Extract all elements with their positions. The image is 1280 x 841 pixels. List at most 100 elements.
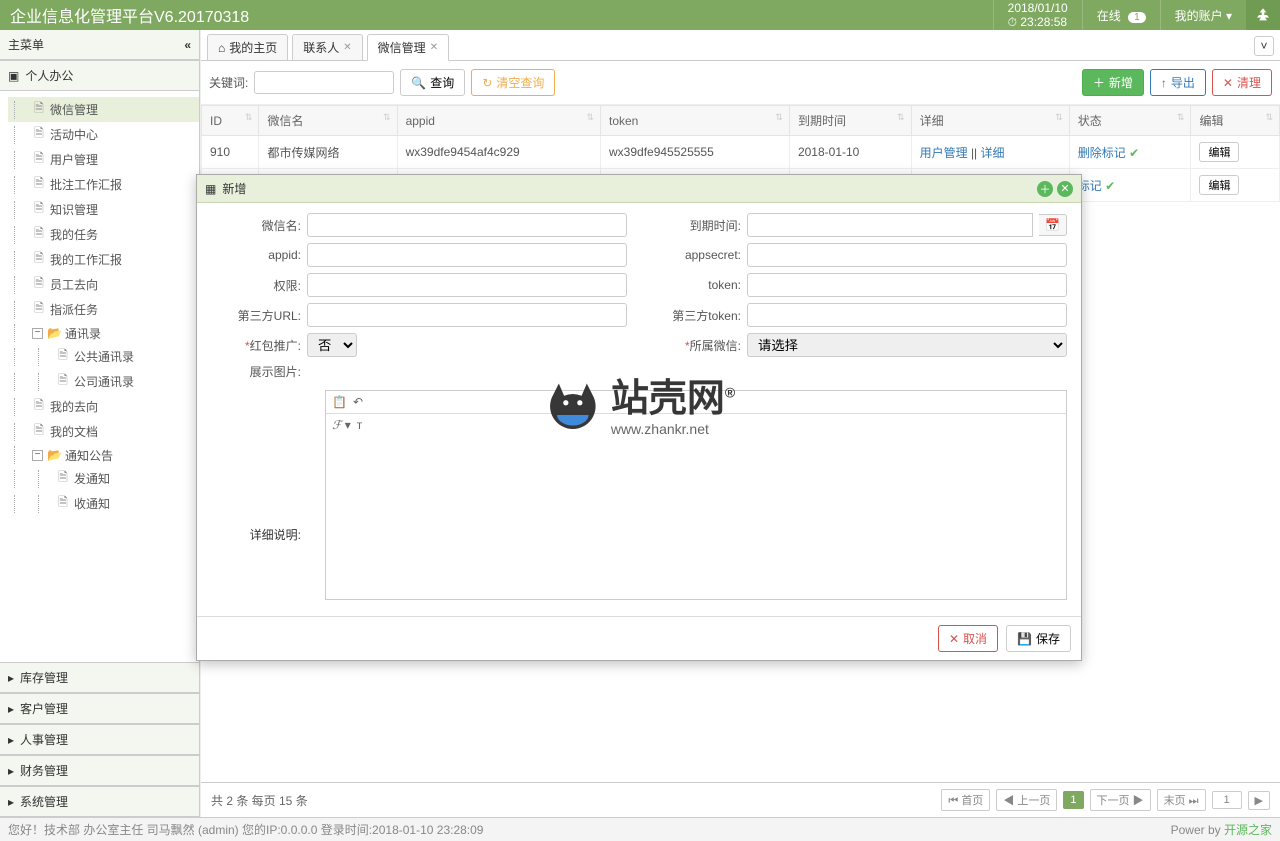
column-header[interactable]: ID⇅ <box>202 106 259 136</box>
search-button[interactable]: 🔍 查询 <box>400 69 465 96</box>
sidebar-item[interactable]: 🗎员工去向 <box>8 272 199 297</box>
appid-input[interactable] <box>307 243 627 267</box>
sidebar-item[interactable]: 🗎批注工作汇报 <box>8 172 199 197</box>
folder-icon: 📂 <box>47 448 61 462</box>
hongbao-select[interactable]: 否 <box>307 333 357 357</box>
sidebar-collapse-icon[interactable]: « <box>184 38 191 52</box>
user-mgmt-link[interactable]: 用户管理 <box>920 146 968 160</box>
sidebar-section-personal[interactable]: ▣ 个人办公 <box>0 60 199 91</box>
sidebar-item[interactable]: 🗎知识管理 <box>8 197 199 222</box>
add-button[interactable]: ＋ 新增 <box>1082 69 1144 96</box>
edit-button[interactable]: 编辑 <box>1199 175 1239 195</box>
pager-current[interactable]: 1 <box>1063 791 1083 809</box>
file-icon: 🗎 <box>56 468 70 489</box>
pager-next[interactable]: 下一页 ▶ <box>1090 789 1151 811</box>
tab[interactable]: 微信管理✕ <box>367 34 449 61</box>
pager-prev[interactable]: ◀ 上一页 <box>996 789 1057 811</box>
file-icon: 🗎 <box>32 299 46 320</box>
edit-button[interactable]: 编辑 <box>1199 142 1239 162</box>
file-icon: 🗎 <box>32 249 46 270</box>
folder-icon: 📂 <box>47 326 61 340</box>
thirdparty-token-input[interactable] <box>747 303 1067 327</box>
cancel-button[interactable]: ✕ 取消 <box>938 625 998 652</box>
tabs-menu-icon[interactable]: ˅ <box>1254 36 1274 56</box>
tab[interactable]: ⌂我的主页 <box>207 34 288 60</box>
pager-last[interactable]: 末页 ⏭ <box>1157 789 1206 811</box>
size-icon[interactable]: т <box>357 418 363 432</box>
play-icon: ▸ <box>8 733 14 747</box>
sidebar-item[interactable]: 🗎我的去向 <box>8 394 199 419</box>
sidebar-section[interactable]: ▸库存管理 <box>0 662 199 693</box>
tab-close-icon[interactable]: ✕ <box>343 42 351 53</box>
file-icon: 🗎 <box>56 346 70 367</box>
sidebar-item[interactable]: −📂通讯录 <box>8 322 199 344</box>
sidebar-section[interactable]: ▸人事管理 <box>0 724 199 755</box>
file-icon: 🗎 <box>56 371 70 392</box>
keyword-label: 关键词: <box>209 74 248 91</box>
play-icon: ▸ <box>8 795 14 809</box>
column-header[interactable]: token⇅ <box>601 106 790 136</box>
perm-input[interactable] <box>307 273 627 297</box>
sidebar-item[interactable]: 🗎微信管理 <box>8 97 199 122</box>
sidebar-item[interactable]: 🗎公共通讯录 <box>8 344 199 369</box>
column-header[interactable]: appid⇅ <box>397 106 600 136</box>
undo-icon[interactable]: ↶ <box>353 395 363 409</box>
appsecret-input[interactable] <box>747 243 1067 267</box>
sidebar-item[interactable]: 🗎我的文档 <box>8 419 199 444</box>
sidebar-item[interactable]: 🗎指派任务 <box>8 297 199 322</box>
sidebar-item[interactable]: 🗎我的工作汇报 <box>8 247 199 272</box>
header-online[interactable]: 在线 1 <box>1082 0 1160 30</box>
clear-search-button[interactable]: ↻ 清空查询 <box>471 69 555 96</box>
pager-go[interactable]: ▶ <box>1248 791 1270 810</box>
tab-close-icon[interactable]: ✕ <box>430 42 438 53</box>
calendar-icon[interactable]: 📅 <box>1039 214 1067 236</box>
header-account[interactable]: 我的账户 ▾ <box>1160 0 1246 30</box>
grid-icon: ▦ <box>205 182 216 196</box>
sidebar-item[interactable]: −📂通知公告 <box>8 444 199 466</box>
pager-first[interactable]: ⏮ 首页 <box>941 789 990 811</box>
sidebar-item[interactable]: 🗎活动中心 <box>8 122 199 147</box>
modal-footer: ✕ 取消 💾 保存 <box>197 616 1081 660</box>
pager: 共 2 条 每页 15 条 ⏮ 首页 ◀ 上一页 1 下一页 ▶ 末页 ⏭ ▶ <box>201 782 1280 817</box>
check-icon: ✔ <box>1105 179 1115 193</box>
footer-link[interactable]: 开源之家 <box>1224 823 1272 837</box>
expire-input[interactable] <box>747 213 1033 237</box>
export-button[interactable]: ↑ 导出 <box>1150 69 1206 96</box>
thirdparty-url-input[interactable] <box>307 303 627 327</box>
clean-button[interactable]: ✕ 清理 <box>1212 69 1272 96</box>
status-link[interactable]: 删除标记 <box>1078 146 1126 160</box>
column-header[interactable]: 详细⇅ <box>911 106 1069 136</box>
sidebar-section[interactable]: ▸财务管理 <box>0 755 199 786</box>
keyword-input[interactable] <box>254 71 394 94</box>
header-tree-icon[interactable] <box>1246 0 1280 30</box>
sidebar-item[interactable]: 🗎收通知 <box>8 491 199 516</box>
column-header[interactable]: 微信名⇅ <box>259 106 397 136</box>
detail-link[interactable]: 详细 <box>981 146 1005 160</box>
rich-editor[interactable]: 📋 ↶ ℱ ▾ т <box>325 390 1067 600</box>
save-button[interactable]: 💾 保存 <box>1006 625 1071 652</box>
pager-goto-input[interactable] <box>1212 791 1242 809</box>
sidebar-section[interactable]: ▸客户管理 <box>0 693 199 724</box>
wxname-input[interactable] <box>307 213 627 237</box>
belong-select[interactable]: 请选择 <box>747 333 1067 357</box>
sidebar-item[interactable]: 🗎发通知 <box>8 466 199 491</box>
table-row: 910都市传媒网络wx39dfe9454af4c929wx39dfe945525… <box>202 136 1280 169</box>
sidebar-section[interactable]: ▸系统管理 <box>0 786 199 817</box>
token-input[interactable] <box>747 273 1067 297</box>
check-icon: ✔ <box>1129 146 1139 160</box>
section-icon: ▣ <box>8 69 19 83</box>
paste-icon[interactable]: 📋 <box>332 395 347 409</box>
editor-toolbar[interactable]: 📋 ↶ <box>326 391 1066 414</box>
file-icon: 🗎 <box>32 421 46 442</box>
sidebar-item[interactable]: 🗎我的任务 <box>8 222 199 247</box>
sidebar-item[interactable]: 🗎公司通讯录 <box>8 369 199 394</box>
modal-expand-icon[interactable]: ＋ <box>1037 181 1053 197</box>
file-icon: 🗎 <box>32 396 46 417</box>
column-header[interactable]: 编辑⇅ <box>1191 106 1280 136</box>
column-header[interactable]: 状态⇅ <box>1069 106 1191 136</box>
column-header[interactable]: 到期时间⇅ <box>789 106 911 136</box>
modal-close-icon[interactable]: ✕ <box>1057 181 1073 197</box>
sidebar-item[interactable]: 🗎用户管理 <box>8 147 199 172</box>
font-icon[interactable]: ℱ ▾ <box>332 418 351 432</box>
tab[interactable]: 联系人✕ <box>292 34 362 60</box>
